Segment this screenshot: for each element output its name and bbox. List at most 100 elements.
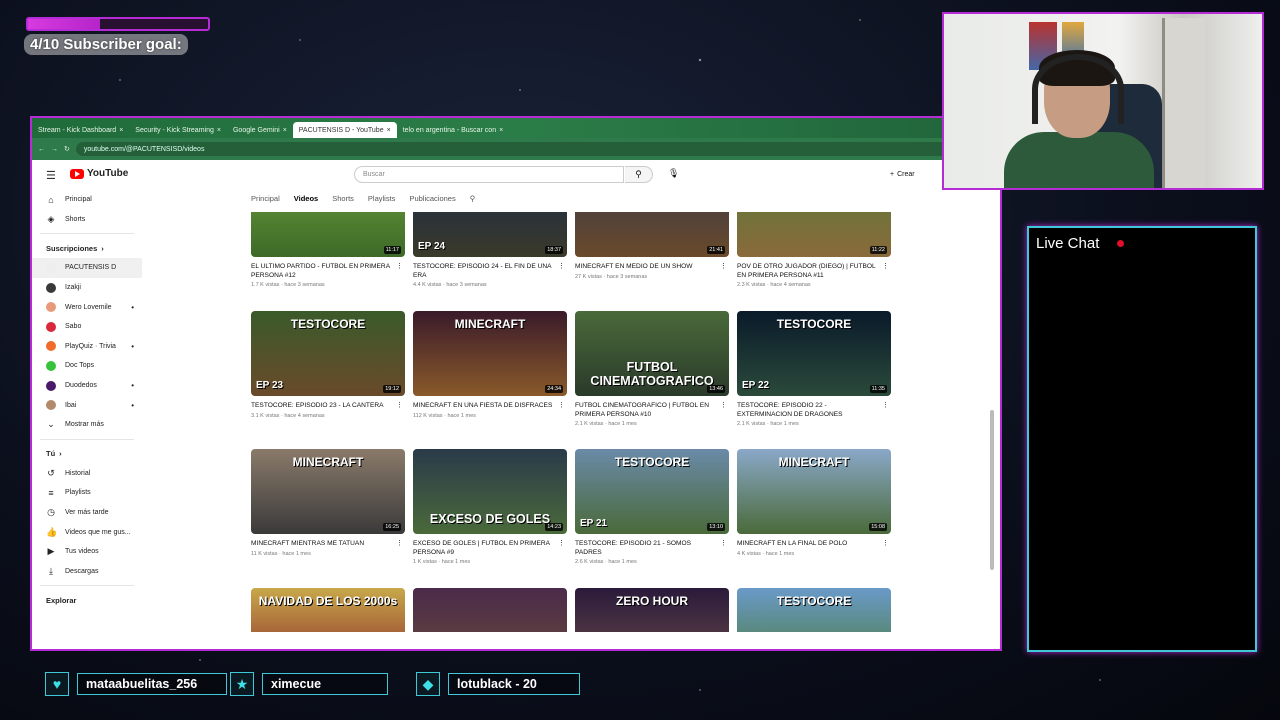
more-options-icon[interactable]: ⋮ bbox=[882, 402, 889, 411]
video-title[interactable]: MINECRAFT MIENTRAS ME TATUAN ⋮ bbox=[251, 540, 405, 549]
video-thumbnail[interactable]: 21:41 bbox=[575, 212, 729, 257]
search-input[interactable]: Buscar bbox=[354, 166, 624, 183]
video-thumbnail[interactable]: 11:17 bbox=[251, 212, 405, 257]
video-title[interactable]: EXCESO DE GOLES | FUTBOL EN PRIMERA PERS… bbox=[413, 540, 567, 557]
video-thumbnail[interactable]: TESTOCORE EP 21 13:10 bbox=[575, 449, 729, 534]
video-card[interactable]: FUTBOL CINEMATOGRAFICO 13:46 FUTBOL CINEMA… bbox=[575, 311, 729, 427]
sidebar-item-you[interactable]: ⤓ Descargas bbox=[32, 562, 142, 582]
browser-tab[interactable]: PACUTENSIS D - YouTube × bbox=[292, 122, 397, 138]
video-thumbnail[interactable]: EXCESO DE GOLES 14:23 bbox=[413, 449, 567, 534]
video-title[interactable]: EL ULTIMO PARTIDO - FUTBOL EN PRIMERA PE… bbox=[251, 263, 405, 280]
sidebar-subscription[interactable]: Sabo bbox=[32, 317, 142, 337]
you-heading[interactable]: Tú › bbox=[32, 444, 142, 464]
video-thumbnail[interactable]: EL FINEP 2418:37 bbox=[413, 212, 567, 257]
video-card[interactable]: TESTOCORE EP 23 19:12 TESTOCORE: EPISODIO 2… bbox=[251, 311, 405, 419]
video-title[interactable]: TESTOCORE: EPISODIO 21 - SOMOS PADRES ⋮ bbox=[575, 540, 729, 557]
more-options-icon[interactable]: ⋮ bbox=[720, 540, 727, 549]
video-card[interactable]: ZERO HOUR bbox=[575, 588, 729, 632]
video-thumbnail[interactable]: ZERO HOUR bbox=[575, 588, 729, 632]
video-card[interactable]: 11:17 EL ULTIMO PARTIDO - FUTBOL EN PRIME… bbox=[251, 212, 405, 288]
youtube-logo[interactable]: YouTube bbox=[70, 168, 128, 179]
scrollbar-thumb[interactable] bbox=[990, 410, 994, 570]
tab-videos[interactable]: Videos bbox=[294, 194, 318, 203]
video-thumbnail[interactable]: MINECRAFT 15:08 bbox=[737, 449, 891, 534]
sidebar-subscription[interactable]: Ibai • bbox=[32, 395, 142, 415]
video-card[interactable]: EL FINEP 2418:37 TESTOCORE: EPISODIO 24 -… bbox=[413, 212, 567, 288]
sidebar-item-shorts[interactable]: ◈ Shorts bbox=[32, 210, 142, 230]
show-more-button[interactable]: ⌄ Mostrar más bbox=[32, 415, 142, 435]
video-title[interactable]: MINECRAFT EN LA FINAL DE POLO ⋮ bbox=[737, 540, 891, 549]
forward-icon[interactable]: → bbox=[51, 146, 58, 153]
more-options-icon[interactable]: ⋮ bbox=[558, 263, 565, 272]
close-tab-icon[interactable]: × bbox=[499, 127, 503, 134]
tab-shorts[interactable]: Shorts bbox=[332, 194, 354, 203]
close-tab-icon[interactable]: × bbox=[283, 127, 287, 134]
browser-tab[interactable]: Google Gemini × bbox=[227, 122, 293, 138]
video-thumbnail[interactable]: TESTOCORE EP 23 19:12 bbox=[251, 311, 405, 396]
tab-playlists[interactable]: Playlists bbox=[368, 194, 396, 203]
video-thumbnail[interactable]: TESTOCORE bbox=[737, 588, 891, 632]
video-thumbnail[interactable]: NAVIDAD DE LOS 2000s bbox=[251, 588, 405, 632]
more-options-icon[interactable]: ⋮ bbox=[558, 402, 565, 411]
sidebar-item-you[interactable]: 👍 Videos que me gus... bbox=[32, 522, 142, 542]
browser-tab[interactable]: Stream - Kick Dashboard × bbox=[32, 122, 129, 138]
more-options-icon[interactable]: ⋮ bbox=[558, 540, 565, 549]
sidebar-subscription[interactable]: Doc Tops bbox=[32, 356, 142, 376]
video-card[interactable]: EXCESO DE GOLES 14:23 EXCESO DE GOLES | FU… bbox=[413, 449, 567, 565]
microphone-icon[interactable]: 🎙 bbox=[668, 168, 679, 179]
tab-publicaciones[interactable]: Publicaciones bbox=[409, 194, 455, 203]
reload-icon[interactable]: ↻ bbox=[64, 145, 70, 153]
channel-search-icon[interactable]: ⚲ bbox=[470, 194, 476, 203]
more-options-icon[interactable]: ⋮ bbox=[396, 540, 403, 549]
video-title[interactable]: TESTOCORE: EPISODIO 22 - EXTERMINACION D… bbox=[737, 402, 891, 419]
video-card[interactable] bbox=[413, 588, 567, 632]
more-options-icon[interactable]: ⋮ bbox=[396, 263, 403, 272]
video-thumbnail[interactable]: FUTBOL CINEMATOGRAFICO 13:46 bbox=[575, 311, 729, 396]
subscriptions-heading[interactable]: Suscripciones › bbox=[32, 238, 142, 258]
create-button[interactable]: + Crear bbox=[884, 166, 921, 183]
video-title[interactable]: POV DE OTRO JUGADOR (DIEGO) | FUTBOL EN … bbox=[737, 263, 891, 280]
more-options-icon[interactable]: ⋮ bbox=[882, 540, 889, 549]
video-card[interactable]: MINECRAFT 15:08 MINECRAFT EN LA FINAL DE P… bbox=[737, 449, 891, 557]
video-title[interactable]: FUTBOL CINEMATOGRAFICO | FUTBOL EN PRIME… bbox=[575, 402, 729, 419]
sidebar-item-you[interactable]: ◷ Ver más tarde bbox=[32, 503, 142, 523]
video-thumbnail[interactable] bbox=[413, 588, 567, 632]
video-card[interactable]: 21:41 MINECRAFT EN MEDIO DE UN SHOW ⋮ 27 K … bbox=[575, 212, 729, 280]
address-bar[interactable]: youtube.com/@PACUTENSISD/videos bbox=[75, 142, 982, 156]
video-card[interactable]: 11:22 POV DE OTRO JUGADOR (DIEGO) | FUTBO… bbox=[737, 212, 891, 288]
video-card[interactable]: MINECRAFT 16:25 MINECRAFT MIENTRAS ME TATU… bbox=[251, 449, 405, 557]
back-icon[interactable]: ← bbox=[38, 146, 45, 153]
video-card[interactable]: TESTOCORE bbox=[737, 588, 891, 632]
video-thumbnail[interactable]: TESTOCORE EP 22 11:35 bbox=[737, 311, 891, 396]
sidebar-item-principal[interactable]: ⌂ Principal bbox=[32, 190, 142, 210]
sidebar-subscription[interactable]: Izakji bbox=[32, 278, 142, 298]
search-button[interactable]: ⚲ bbox=[625, 166, 653, 183]
browser-tab[interactable]: Security - Kick Streaming × bbox=[129, 122, 227, 138]
sidebar-item-you[interactable]: ▶ Tus videos bbox=[32, 542, 142, 562]
hamburger-menu-icon[interactable]: ☰ bbox=[46, 169, 56, 182]
close-tab-icon[interactable]: × bbox=[119, 127, 123, 134]
sidebar-item-you[interactable]: ↺ Historial bbox=[32, 464, 142, 484]
video-thumbnail[interactable]: MINECRAFT 24:34 bbox=[413, 311, 567, 396]
video-card[interactable]: TESTOCORE EP 22 11:35 TESTOCORE: EPISODIO 2… bbox=[737, 311, 891, 427]
more-options-icon[interactable]: ⋮ bbox=[720, 263, 727, 272]
video-card[interactable]: TESTOCORE EP 21 13:10 TESTOCORE: EPISODIO 2… bbox=[575, 449, 729, 565]
close-tab-icon[interactable]: × bbox=[217, 127, 221, 134]
sidebar-subscription[interactable]: Duodedos • bbox=[32, 376, 142, 396]
video-card[interactable]: MINECRAFT 24:34 MINECRAFT EN UNA FIESTA DE… bbox=[413, 311, 567, 419]
video-card[interactable]: NAVIDAD DE LOS 2000s bbox=[251, 588, 405, 632]
video-thumbnail[interactable]: 11:22 bbox=[737, 212, 891, 257]
video-title[interactable]: TESTOCORE: EPISODIO 23 - LA CANTERA ⋮ bbox=[251, 402, 405, 411]
video-thumbnail[interactable]: MINECRAFT 16:25 bbox=[251, 449, 405, 534]
sidebar-subscription[interactable]: PlayQuiz · Trivia • bbox=[32, 337, 142, 357]
video-title[interactable]: TESTOCORE: EPISODIO 24 - EL FIN DE UNA E… bbox=[413, 263, 567, 280]
sidebar-subscription[interactable]: PACUTENSIS D bbox=[32, 258, 142, 278]
more-options-icon[interactable]: ⋮ bbox=[882, 263, 889, 272]
tab-principal[interactable]: Principal bbox=[251, 194, 280, 203]
video-title[interactable]: MINECRAFT EN UNA FIESTA DE DISFRACES ⋮ bbox=[413, 402, 567, 411]
video-title[interactable]: MINECRAFT EN MEDIO DE UN SHOW ⋮ bbox=[575, 263, 729, 272]
close-tab-icon[interactable]: × bbox=[387, 127, 391, 134]
sidebar-item-you[interactable]: ≡ Playlists bbox=[32, 483, 142, 503]
more-options-icon[interactable]: ⋮ bbox=[720, 402, 727, 411]
more-options-icon[interactable]: ⋮ bbox=[396, 402, 403, 411]
